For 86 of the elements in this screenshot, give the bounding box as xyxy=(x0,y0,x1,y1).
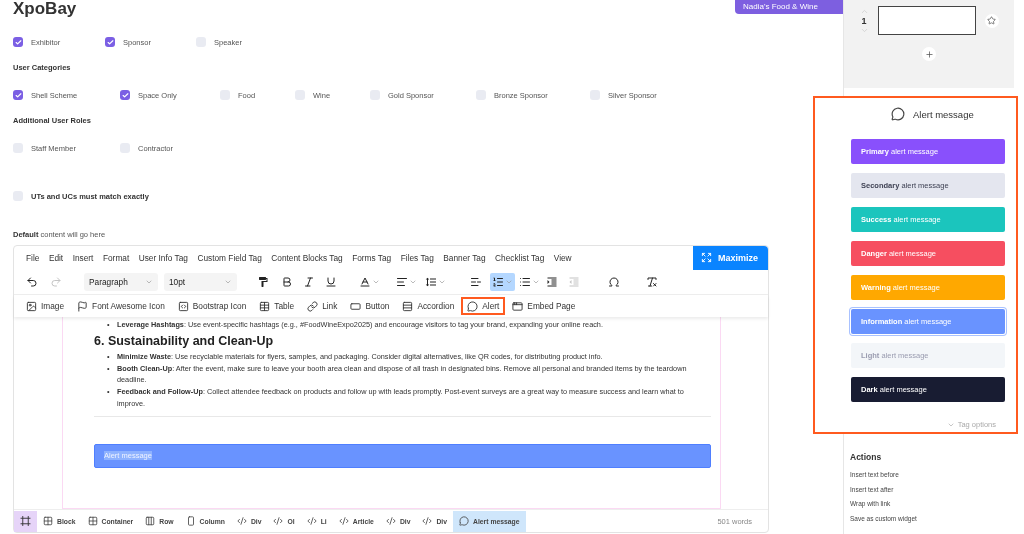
block-format-select[interactable]: Paragraph xyxy=(84,273,158,291)
grid-icon xyxy=(87,516,98,526)
button-shape-icon xyxy=(350,300,362,312)
numbered-list-icon xyxy=(492,276,504,288)
position-number: 1 xyxy=(861,15,867,26)
flag-icon xyxy=(77,300,89,312)
caret-icon xyxy=(505,278,513,286)
insert-button[interactable]: Embed Page xyxy=(506,297,582,315)
line-height-icon xyxy=(425,276,437,288)
section-heading: 6. Sustainability and Clean-Up xyxy=(94,333,275,348)
speech-bubble-icon xyxy=(459,516,470,526)
text-color-icon xyxy=(359,276,371,288)
plus-icon xyxy=(924,49,934,59)
numbered-list-button[interactable] xyxy=(490,273,515,291)
undo-icon xyxy=(26,276,38,288)
caret-icon xyxy=(438,278,446,286)
caret-icon xyxy=(532,278,540,286)
italic-icon xyxy=(303,276,315,288)
code-icon xyxy=(385,516,396,526)
insert-button[interactable]: Font Awesome Icon xyxy=(71,297,171,315)
redo-icon xyxy=(50,276,62,288)
insert-button[interactable]: Alert xyxy=(461,297,506,315)
speech-bubble-icon xyxy=(891,107,905,121)
menu-item[interactable]: User Info Tag xyxy=(138,253,188,263)
menu-item[interactable]: Banner Tag xyxy=(443,253,486,263)
menu-item[interactable]: Edit xyxy=(48,253,64,263)
outdent-icon xyxy=(568,276,580,288)
frame-icon xyxy=(20,515,31,527)
checkbox[interactable] xyxy=(13,37,23,47)
image-icon xyxy=(26,300,37,312)
link-icon xyxy=(307,300,319,312)
menu-item[interactable]: Checklist Tag xyxy=(495,253,545,263)
insert-button[interactable]: Bootstrap Icon xyxy=(171,297,253,315)
speech-bubble-icon xyxy=(467,300,479,312)
menu-item[interactable]: View xyxy=(553,253,572,263)
menu-item[interactable]: Forms Tag xyxy=(352,253,392,263)
column-icon xyxy=(185,516,196,526)
add-button[interactable] xyxy=(922,47,936,61)
panel-title: Alert message xyxy=(913,108,974,120)
indent-icon xyxy=(546,276,558,288)
columns-icon xyxy=(145,516,156,526)
star-button[interactable] xyxy=(984,13,999,28)
checkbox[interactable] xyxy=(13,90,23,100)
code-icon xyxy=(422,516,433,526)
grid-icon xyxy=(43,516,53,526)
menu-item[interactable]: Content Blocks Tag xyxy=(271,253,343,263)
paint-roller-icon xyxy=(257,276,269,288)
insert-button[interactable]: Button xyxy=(344,297,396,315)
checkbox[interactable] xyxy=(105,37,115,47)
code-icon xyxy=(306,516,317,526)
font-size-select[interactable]: 10pt xyxy=(164,273,237,291)
maximize-button[interactable]: Maximize xyxy=(693,245,768,270)
insert-button[interactable]: Table xyxy=(253,297,301,315)
menu-item[interactable]: Insert xyxy=(72,253,94,263)
insert-button[interactable]: Image xyxy=(20,297,71,315)
square-code-icon xyxy=(177,300,189,312)
rows-icon xyxy=(402,300,414,312)
list-icon xyxy=(470,276,482,288)
caret-icon xyxy=(372,278,380,286)
logo: XpoBay xyxy=(13,0,77,18)
caret-icon xyxy=(224,278,232,286)
underline-icon xyxy=(325,276,337,288)
menu-item[interactable]: Files Tag xyxy=(400,253,434,263)
table-icon xyxy=(259,300,271,312)
caret-icon xyxy=(145,278,153,286)
star-icon xyxy=(987,16,996,25)
caret-icon xyxy=(409,278,417,286)
clear-formatting-icon xyxy=(646,276,658,288)
menu-item[interactable]: Format xyxy=(102,253,130,263)
menu-item[interactable]: Custom Field Tag xyxy=(197,253,262,263)
bold-icon xyxy=(281,276,293,288)
insert-button[interactable]: Accordion xyxy=(396,297,461,315)
align-left-icon xyxy=(396,276,408,288)
code-icon xyxy=(338,516,349,526)
insert-button[interactable]: Link xyxy=(301,297,344,315)
window-icon xyxy=(512,300,524,312)
omega-icon xyxy=(608,276,620,288)
code-icon xyxy=(273,516,284,526)
checkbox[interactable] xyxy=(120,90,130,100)
code-icon xyxy=(236,516,247,526)
menu-item[interactable]: File xyxy=(26,253,40,263)
actions-title: Actions xyxy=(850,452,883,462)
event-tag: Nadia's Food & Wine xyxy=(735,0,843,14)
bullet-list-icon xyxy=(519,276,531,288)
frame-button[interactable] xyxy=(14,510,37,532)
expand-icon xyxy=(701,252,712,263)
